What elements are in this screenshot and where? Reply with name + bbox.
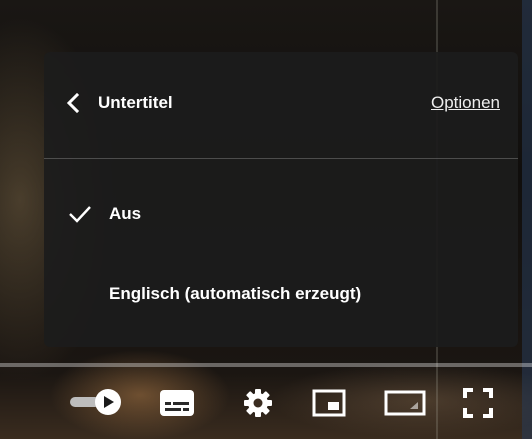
subtitles-button[interactable]: [160, 390, 194, 416]
theater-mode-button[interactable]: [384, 389, 426, 417]
fullscreen-icon: [462, 387, 494, 419]
subtitles-icon: [160, 390, 194, 416]
chevron-left-icon: [66, 93, 80, 113]
menu-item-label: Englisch (automatisch erzeugt): [109, 284, 362, 303]
menu-title: Untertitel: [98, 93, 173, 112]
autoplay-toggle-icon: [68, 388, 124, 416]
fullscreen-button[interactable]: [462, 387, 494, 419]
autoplay-toggle[interactable]: [68, 388, 124, 416]
settings-gear-icon: [242, 387, 274, 419]
checkmark-icon: [68, 204, 92, 224]
menu-item-label: Aus: [109, 204, 142, 223]
player-controls-bar: [0, 367, 532, 439]
theater-mode-icon: [384, 389, 426, 417]
settings-button[interactable]: [242, 387, 274, 419]
menu-header: Untertitel Optionen: [44, 52, 518, 159]
back-button[interactable]: Untertitel: [66, 86, 173, 120]
options-link[interactable]: Optionen: [431, 93, 500, 113]
miniplayer-icon: [312, 389, 346, 417]
menu-item-off[interactable]: Aus: [44, 184, 518, 244]
subtitles-settings-menu: Untertitel Optionen Aus Englisch (automa…: [44, 52, 518, 347]
menu-item-english-auto[interactable]: Englisch (automatisch erzeugt): [44, 264, 518, 324]
miniplayer-button[interactable]: [312, 389, 346, 417]
